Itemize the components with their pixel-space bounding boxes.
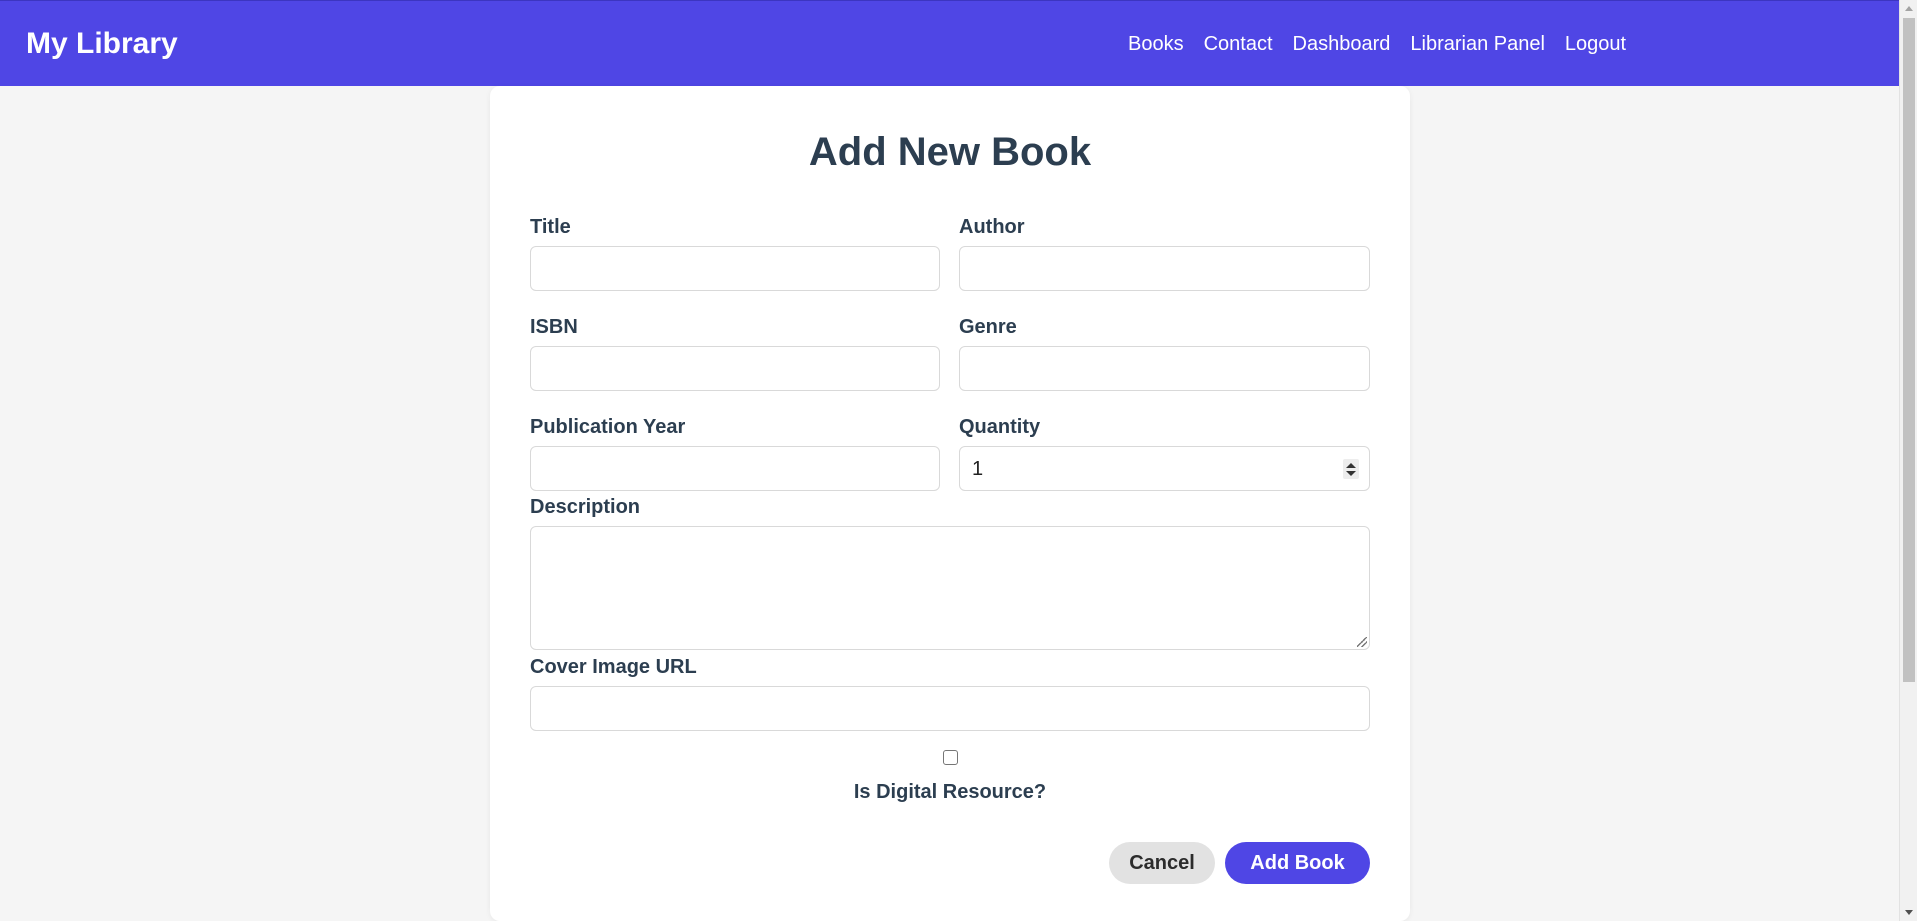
increment-arrow-icon[interactable] xyxy=(1346,462,1356,468)
scroll-thumb[interactable] xyxy=(1903,18,1915,682)
decrement-arrow-icon[interactable] xyxy=(1346,470,1356,476)
navbar: My Library Books Contact Dashboard Libra… xyxy=(0,0,1899,86)
quantity-stepper[interactable]: 1 xyxy=(959,446,1370,491)
title-input[interactable] xyxy=(530,246,940,291)
add-book-button[interactable]: Add Book xyxy=(1225,842,1370,884)
quantity-value: 1 xyxy=(972,458,984,480)
nav-link-books[interactable]: Books xyxy=(1128,31,1184,57)
add-book-card: Add New Book Title Author ISBN Genre Pub… xyxy=(490,86,1410,921)
digital-resource-label: Is Digital Resource? xyxy=(853,781,1047,803)
vertical-scrollbar[interactable] xyxy=(1899,0,1917,921)
description-textarea[interactable] xyxy=(530,526,1370,650)
author-input[interactable] xyxy=(959,246,1370,291)
genre-label: Genre xyxy=(959,316,1017,338)
isbn-input[interactable] xyxy=(530,346,940,391)
cover-image-url-input[interactable] xyxy=(530,686,1370,731)
scroll-down-arrow-icon[interactable] xyxy=(1900,904,1917,921)
resize-handle-icon[interactable] xyxy=(1357,637,1367,647)
isbn-label: ISBN xyxy=(530,316,578,338)
nav-link-librarian-panel[interactable]: Librarian Panel xyxy=(1410,31,1545,57)
publication-year-label: Publication Year xyxy=(530,416,686,438)
author-label: Author xyxy=(959,216,1025,238)
quantity-label: Quantity xyxy=(959,416,1041,438)
title-label: Title xyxy=(530,216,571,238)
page: My Library Books Contact Dashboard Libra… xyxy=(0,0,1917,921)
digital-resource-checkbox[interactable] xyxy=(943,750,958,765)
nav-links: Books Contact Dashboard Librarian Panel … xyxy=(1128,31,1626,57)
genre-input[interactable] xyxy=(959,346,1370,391)
description-label: Description xyxy=(530,496,641,518)
publication-year-input[interactable] xyxy=(530,446,940,491)
cover-image-url-label: Cover Image URL xyxy=(530,656,697,678)
brand-logo[interactable]: My Library xyxy=(26,27,178,61)
page-title: Add New Book xyxy=(808,130,1092,174)
spin-buttons[interactable] xyxy=(1343,459,1359,479)
nav-link-dashboard[interactable]: Dashboard xyxy=(1293,31,1391,57)
cancel-button[interactable]: Cancel xyxy=(1109,842,1215,884)
nav-link-logout[interactable]: Logout xyxy=(1565,31,1626,57)
nav-link-contact[interactable]: Contact xyxy=(1204,31,1273,57)
scroll-up-arrow-icon[interactable] xyxy=(1900,0,1917,17)
